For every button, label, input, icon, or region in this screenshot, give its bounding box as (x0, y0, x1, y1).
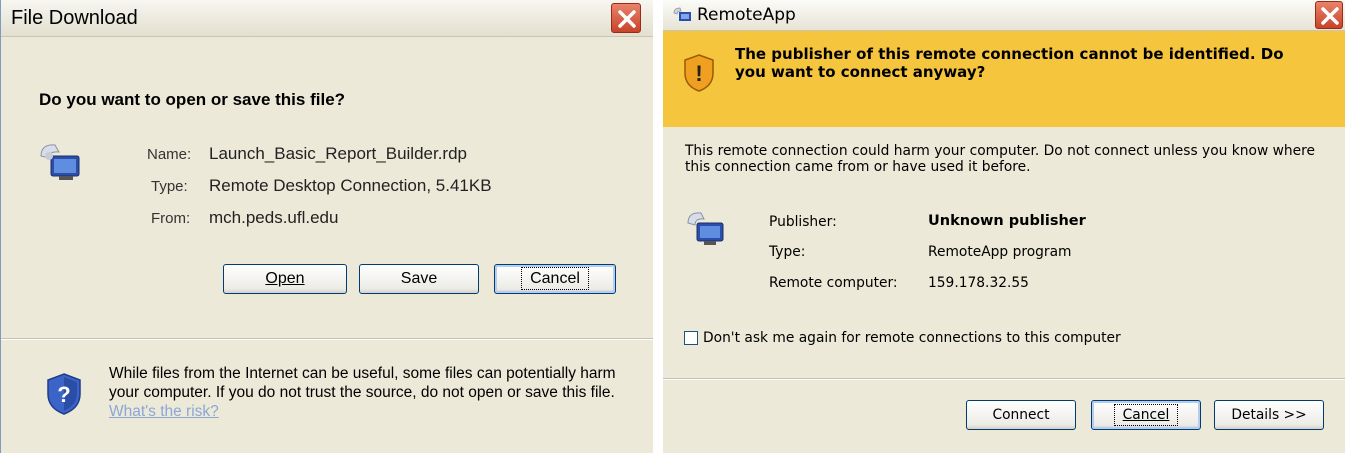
svg-text:?: ? (57, 382, 70, 407)
divider (663, 378, 1345, 380)
close-button[interactable] (1315, 1, 1343, 29)
connect-button[interactable]: Connect (966, 400, 1076, 430)
close-icon (1321, 7, 1339, 25)
question-heading: Do you want to open or save this file? (39, 90, 346, 109)
remoteapp-icon (673, 7, 691, 21)
dialog-title: File Download (11, 7, 138, 29)
from-label: From: (151, 210, 191, 227)
remoteapp-dialog: RemoteApp ! The publisher of this remote… (663, 0, 1345, 453)
remote-desktop-icon (40, 144, 80, 180)
close-icon (618, 10, 636, 28)
svg-text:!: ! (695, 61, 702, 86)
save-button[interactable]: Save (359, 264, 479, 294)
remote-desktop-icon (687, 212, 724, 245)
title-bar: File Download (1, 0, 653, 37)
remote-computer-label: Remote computer: (769, 275, 898, 291)
close-button[interactable] (611, 3, 641, 33)
description-text: This remote connection could harm your c… (685, 143, 1316, 175)
type-value: RemoteApp program (928, 244, 1072, 260)
warning-shield-icon: ! (684, 54, 714, 92)
shield-question-icon: ? (47, 373, 81, 415)
open-button[interactable]: Open (223, 264, 347, 294)
warning-text: While files from the Internet can be use… (109, 365, 616, 401)
title-bar: RemoteApp (663, 0, 1345, 31)
cancel-button[interactable]: Cancel (494, 264, 616, 294)
details-button[interactable]: Details >> (1214, 400, 1324, 430)
remote-computer-value: 159.178.32.55 (928, 275, 1029, 291)
divider (1, 338, 653, 340)
file-download-dialog: File Download Do you want to open or sav… (0, 0, 653, 453)
dialog-title: RemoteApp (697, 5, 796, 25)
from-value: mch.peds.ufl.edu (209, 208, 339, 227)
publisher-label: Publisher: (769, 214, 837, 230)
checkbox-icon[interactable] (684, 331, 698, 345)
risk-link[interactable]: What's the risk? (109, 403, 219, 420)
dont-ask-checkbox-label[interactable]: Don't ask me again for remote connection… (703, 330, 1121, 346)
type-label: Type: (769, 244, 806, 260)
banner-text: The publisher of this remote connection … (735, 45, 1284, 81)
type-label: Type: (151, 178, 188, 195)
name-value: Launch_Basic_Report_Builder.rdp (209, 144, 468, 163)
type-value: Remote Desktop Connection, 5.41KB (209, 176, 492, 195)
cancel-button[interactable]: Cancel (1091, 400, 1201, 430)
publisher-value: Unknown publisher (928, 213, 1086, 229)
warning-banner: ! The publisher of this remote connectio… (663, 31, 1345, 127)
security-warning: While files from the Internet can be use… (109, 364, 629, 421)
name-label: Name: (147, 146, 192, 163)
